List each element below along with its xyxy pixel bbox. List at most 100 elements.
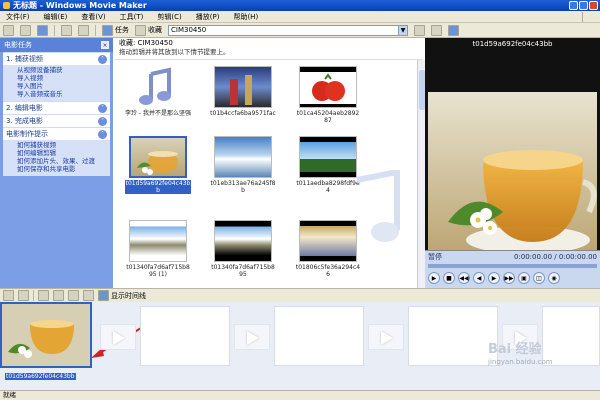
clip-item-selected[interactable]: t01d59a692fe04c43bb [125, 136, 191, 194]
minimize-button[interactable] [569, 1, 578, 10]
player-buttons: ▶ ■ ◀◀ ◀ ▶ ▶▶ ▣ ◫ ◉ [425, 269, 600, 287]
task-link[interactable]: 导入图片 [17, 82, 110, 90]
vertical-scrollbar[interactable] [417, 60, 425, 288]
clip-item[interactable]: t01b4ccfa6ba9571fac [210, 66, 276, 117]
redo-icon[interactable] [78, 24, 89, 36]
clip-item[interactable]: t01eb313ae76a245f8b [210, 136, 276, 194]
status-text: 就绪 [3, 391, 16, 399]
clip-item[interactable]: t01340fa7d6af715b895 (1) [125, 220, 191, 278]
audio-levels-icon[interactable] [3, 290, 14, 301]
clip-caption: t01b4ccfa6ba9571fac [210, 110, 276, 117]
chevron-down-icon[interactable]: ˅ [98, 116, 107, 126]
storyboard-empty-cell[interactable] [408, 306, 498, 366]
task-section-title[interactable]: 3. 完成电影 ˅ [3, 114, 110, 127]
task-section-title[interactable]: 2. 编辑电影 ˅ [3, 101, 110, 114]
previous-frame-icon[interactable]: ◀◀ [458, 272, 470, 284]
clip-caption: t01eb313ae76a245f8b [210, 180, 276, 194]
task-link[interactable]: 导入视频 [17, 74, 110, 82]
menu-bar: 文件(F) 编辑(E) 查看(V) 工具(T) 剪辑(C) 播放(P) 帮助(H… [0, 11, 600, 23]
chevron-up-icon[interactable]: ˄ [98, 129, 107, 139]
views-icon[interactable] [448, 24, 459, 36]
menu-edit[interactable]: 编辑(E) [44, 12, 68, 22]
clip-caption: t01340fa7d6af715b895 (1) [126, 264, 190, 278]
taskpane-header: 电影任务 × [0, 38, 113, 52]
storyboard-empty-cell[interactable] [274, 306, 364, 366]
clip-caption: 李玲 - 我并不是那么坚强 [125, 110, 191, 117]
maximize-button[interactable] [579, 1, 588, 10]
clip-caption: t01d59a692fe04c43bb [125, 180, 191, 194]
next-frame-icon[interactable]: ▶▶ [503, 272, 515, 284]
task-link[interactable]: 导入音频或音乐 [17, 90, 110, 98]
menu-view[interactable]: 查看(V) [81, 12, 105, 22]
clip-item[interactable]: 李玲 - 我并不是那么坚强 [125, 66, 191, 117]
window-title: 无标题 - Windows Movie Maker [13, 1, 147, 10]
collection-header: 收藏: CIM30450 拖动剪辑并将其放到以下情节提要上。 [115, 38, 423, 60]
movie-tasks-pane: 电影任务 × 1. 捕获视频 ˄ 从视频设备捕获 导入视频 导入图片 导入音频或… [0, 38, 113, 288]
task-link[interactable]: 如何捕获视频 [17, 141, 110, 149]
menu-help[interactable]: 帮助(H) [233, 12, 258, 22]
separator [33, 290, 34, 301]
open-project-icon[interactable] [20, 24, 31, 36]
play-storyboard-icon[interactable] [83, 290, 94, 301]
play-icon[interactable]: ▶ [428, 272, 440, 284]
new-project-icon[interactable] [3, 24, 14, 36]
menu-play[interactable]: 播放(P) [196, 12, 220, 22]
split-clip-icon[interactable]: ◫ [533, 272, 545, 284]
forward-icon[interactable]: ▶ [488, 272, 500, 284]
taskpane-title: 电影任务 [4, 41, 32, 49]
storyboard-empty-cell[interactable] [140, 306, 230, 366]
music-note-icon [129, 66, 187, 108]
app-icon [3, 2, 10, 9]
task-section-title[interactable]: 1. 捕获视频 ˄ [3, 52, 110, 65]
menu-file[interactable]: 文件(F) [6, 12, 30, 22]
storyboard-clip-caption: t01d59a692fe04c43bb [5, 373, 76, 380]
section-label: 2. 编辑电影 [6, 104, 43, 112]
new-folder-icon[interactable] [431, 24, 442, 36]
window-controls [569, 1, 598, 10]
menu-tools[interactable]: 工具(T) [120, 12, 144, 22]
task-link[interactable]: 如何保存和共享电影 [17, 165, 110, 173]
clip-thumbnail [299, 66, 357, 108]
clip-caption: t01806c5fe36a294c46 [295, 264, 361, 278]
transition-slot[interactable] [368, 324, 404, 350]
collections-button[interactable]: 收藏 [135, 24, 162, 36]
collection-select[interactable]: CIM30450 ▼ [168, 24, 408, 36]
task-link[interactable]: 如何编辑剪辑 [17, 149, 110, 157]
task-link[interactable]: 如何添加片头、效果、过渡 [17, 157, 110, 165]
save-project-icon[interactable] [37, 24, 48, 36]
clip-item[interactable]: t01ca45204aeb289287 [295, 66, 361, 124]
seek-bar[interactable] [428, 264, 597, 268]
playback-status: 暂停 [428, 253, 442, 261]
clip-item[interactable]: t01340fa7d6af715b895 [210, 220, 276, 278]
tasks-button[interactable]: 任务 [102, 24, 129, 36]
show-timeline-button[interactable]: 显示时间线 [98, 290, 146, 301]
rewind-storyboard-icon[interactable] [68, 290, 79, 301]
stop-icon[interactable]: ■ [443, 272, 455, 284]
full-screen-icon[interactable]: ▣ [518, 272, 530, 284]
chevron-up-icon[interactable]: ˄ [98, 54, 107, 64]
collections-label: 收藏 [148, 26, 162, 34]
clip-thumbnail [214, 220, 272, 262]
watermark: Bai 经验 jingyan.baidu.com [488, 338, 553, 366]
snapshot-icon[interactable]: ◉ [548, 272, 560, 284]
chevron-down-icon[interactable]: ˅ [98, 103, 107, 113]
show-timeline-label: 显示时间线 [111, 291, 146, 300]
rewind-icon[interactable]: ◀ [473, 272, 485, 284]
close-icon[interactable]: × [101, 41, 109, 49]
film-decoration-icon [356, 170, 400, 242]
undo-icon[interactable] [61, 24, 72, 36]
status-bar: 就绪 [0, 390, 600, 400]
zoom-in-icon[interactable] [38, 290, 49, 301]
collection-hint: 拖动剪辑并将其放到以下情节提要上。 [119, 48, 230, 56]
menu-clip[interactable]: 剪辑(C) [157, 12, 181, 22]
task-section-title[interactable]: 电影制作提示 ˄ [3, 127, 110, 140]
section-label: 3. 完成电影 [6, 117, 43, 125]
zoom-out-icon[interactable] [53, 290, 64, 301]
chevron-down-icon[interactable]: ▼ [398, 25, 407, 35]
up-folder-icon[interactable] [414, 24, 425, 36]
narrate-icon[interactable] [18, 290, 29, 301]
close-button[interactable] [589, 1, 598, 10]
transition-slot[interactable] [100, 324, 136, 350]
transition-slot[interactable] [234, 324, 270, 350]
task-link[interactable]: 从视频设备捕获 [17, 66, 110, 74]
